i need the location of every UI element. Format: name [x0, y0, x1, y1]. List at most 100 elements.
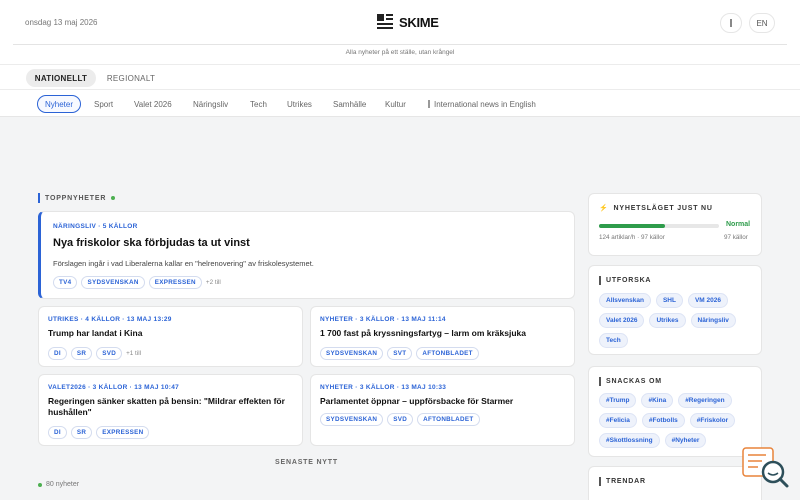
source-pill[interactable]: AFTONBLADET	[416, 347, 479, 360]
category-samhalle[interactable]: Samhälle	[333, 95, 366, 113]
category-tech[interactable]: Tech	[250, 95, 267, 113]
story-headline[interactable]: Trump har landat i Kina	[48, 328, 293, 339]
panel-title: ⚡ NYHETSLÄGET JUST NU	[599, 204, 713, 213]
featured-story[interactable]: NÄRINGSLIV · 5 KÄLLOR Nya friskolor ska …	[38, 211, 575, 299]
trending-panel: SNACKAS OM #Trump #Kina #Regeringen #Fel…	[588, 366, 762, 457]
trends-panel: TRENDAR	[588, 466, 762, 500]
story-kicker: NYHETER · 3 KÄLLOR · 13 MAJ 11:14	[320, 316, 446, 323]
source-pill[interactable]: SYDSVENSKAN	[320, 413, 384, 426]
flag-icon	[428, 100, 430, 108]
section-marker	[599, 276, 601, 285]
hashtag-chip[interactable]: #Skottlossning	[599, 433, 660, 448]
panel-title: UTFORSKA	[599, 276, 651, 285]
hashtag-chip[interactable]: #Friskolor	[689, 413, 736, 428]
articles-rate: 124 artiklar/h · 97 källor	[599, 234, 665, 241]
source-pill[interactable]: TV4	[53, 276, 78, 289]
hashtag-list: #Trump #Kina #Regeringen #Felicia #Fotbo…	[599, 393, 755, 448]
story-kicker: VALET2026 · 3 KÄLLOR · 13 MAJ 10:47	[48, 384, 180, 391]
category-international[interactable]: International news in English	[428, 95, 536, 113]
story-headline[interactable]: Nya friskolor ska förbjudas ta ut vinst	[53, 236, 250, 250]
section-marker	[599, 377, 601, 386]
panel-title-text: TRENDAR	[606, 478, 646, 485]
tab-regionalt[interactable]: REGIONALT	[100, 69, 162, 87]
tab-nationellt[interactable]: NATIONELLT	[26, 69, 96, 87]
source-pill[interactable]: SYDSVENSKAN	[320, 347, 384, 360]
hashtag-chip[interactable]: #Regeringen	[678, 393, 732, 408]
source-pill[interactable]: SVD	[96, 347, 123, 360]
source-pill[interactable]: SVT	[387, 347, 413, 360]
topic-chip[interactable]: Näringsliv	[690, 313, 736, 328]
topic-chip[interactable]: Tech	[599, 333, 628, 348]
category-kultur[interactable]: Kultur	[385, 95, 406, 113]
feedback-search-button[interactable]	[742, 446, 790, 492]
topic-chip[interactable]: Valet 2026	[599, 313, 645, 328]
category-valet-2026[interactable]: Valet 2026	[134, 95, 172, 113]
story-card[interactable]: UTRIKES · 4 KÄLLOR · 13 MAJ 13:29 Trump …	[38, 306, 303, 367]
hashtag-chip[interactable]: #Nyheter	[664, 433, 707, 448]
live-dot-icon	[111, 196, 116, 200]
region-tabs: NATIONELLT REGIONALT	[0, 64, 800, 90]
source-pill[interactable]: DI	[48, 347, 67, 360]
category-sport[interactable]: Sport	[94, 95, 113, 113]
source-pill[interactable]: EXPRESSEN	[96, 426, 150, 439]
brand-name: SKIME	[399, 14, 439, 30]
source-list: SYDSVENSKAN SVD AFTONBLADET	[320, 413, 480, 426]
panel-title-text: UTFORSKA	[606, 277, 652, 284]
story-kicker: UTRIKES · 4 KÄLLOR · 13 MAJ 13:29	[48, 316, 172, 323]
story-card[interactable]: NYHETER · 3 KÄLLOR · 13 MAJ 11:14 1 700 …	[310, 306, 575, 367]
live-dot-icon	[38, 482, 42, 487]
source-pill[interactable]: DI	[48, 426, 67, 439]
category-nav: Nyheter Sport Valet 2026 Näringsliv Tech…	[0, 90, 800, 117]
panel-title-text: SNACKAS OM	[606, 378, 662, 385]
story-kicker: NYHETER · 3 KÄLLOR · 13 MAJ 10:33	[320, 384, 447, 391]
story-headline[interactable]: 1 700 fast på kryssningsfartyg – larm om…	[320, 328, 565, 339]
source-pill[interactable]: AFTONBLADET	[417, 413, 480, 426]
topic-chip[interactable]: VM 2026	[687, 293, 728, 308]
source-list: DI SR SVD +1 till	[48, 347, 141, 360]
source-list: TV4 SYDSVENSKAN EXPRESSEN +2 till	[53, 276, 221, 289]
topic-chip[interactable]: Utrikes	[649, 313, 686, 328]
activity-level: Normal	[726, 221, 751, 228]
hashtag-chip[interactable]: #Fotbolls	[641, 413, 685, 428]
story-summary: Förslagen ingår i vad Liberalerna kallar…	[53, 259, 314, 268]
newspaper-icon	[377, 14, 393, 30]
hashtag-chip[interactable]: #Felicia	[599, 413, 637, 428]
theme-toggle-button[interactable]	[720, 13, 742, 33]
panel-title: TRENDAR	[599, 477, 646, 486]
activity-meter	[599, 224, 719, 228]
news-count: 80 nyheter	[38, 481, 79, 488]
story-headline[interactable]: Regeringen sänker skatten på bensin: "Mi…	[48, 396, 293, 418]
source-list: DI SR EXPRESSEN	[48, 426, 150, 439]
current-date: onsdag 13 maj 2026	[25, 18, 98, 27]
language-button[interactable]: EN	[749, 13, 775, 33]
more-sources[interactable]: +1 till	[126, 350, 141, 357]
source-pill[interactable]: SR	[70, 347, 93, 360]
source-pill[interactable]: SYDSVENSKAN	[81, 276, 145, 289]
top-news-title: TOPPNYHETER	[45, 194, 107, 202]
theme-toggle-icon	[730, 19, 732, 27]
more-sources[interactable]: +2 till	[206, 279, 221, 286]
category-naringsliv[interactable]: Näringsliv	[193, 95, 228, 113]
source-list: SYDSVENSKAN SVT AFTONBLADET	[320, 347, 479, 360]
topic-chip[interactable]: Allsvenskan	[599, 293, 651, 308]
source-pill[interactable]: SR	[70, 426, 93, 439]
panel-title-text: NYHETSLÄGET JUST NU	[613, 204, 713, 212]
category-utrikes[interactable]: Utrikes	[287, 95, 312, 113]
story-kicker: NÄRINGSLIV · 5 KÄLLOR	[53, 223, 138, 230]
category-nyheter[interactable]: Nyheter	[37, 95, 82, 113]
sources-total: 97 källor	[724, 234, 748, 241]
latest-news-heading: SENASTE NYTT	[275, 459, 338, 466]
story-headline[interactable]: Parlamentet öppnar – uppförsbacke för St…	[320, 396, 565, 407]
section-marker	[599, 477, 601, 486]
story-card[interactable]: VALET2026 · 3 KÄLLOR · 13 MAJ 10:47 Rege…	[38, 374, 303, 446]
source-pill[interactable]: EXPRESSEN	[148, 276, 202, 289]
source-pill[interactable]: SVD	[387, 413, 414, 426]
hashtag-chip[interactable]: #Kina	[641, 393, 674, 408]
story-card[interactable]: NYHETER · 3 KÄLLOR · 13 MAJ 10:33 Parlam…	[310, 374, 575, 446]
topic-chip[interactable]: SHL	[655, 293, 683, 308]
panel-title: SNACKAS OM	[599, 377, 662, 386]
bolt-icon: ⚡	[599, 205, 609, 212]
section-marker	[38, 193, 40, 203]
site-logo[interactable]: SKIME	[377, 14, 439, 30]
hashtag-chip[interactable]: #Trump	[599, 393, 637, 408]
